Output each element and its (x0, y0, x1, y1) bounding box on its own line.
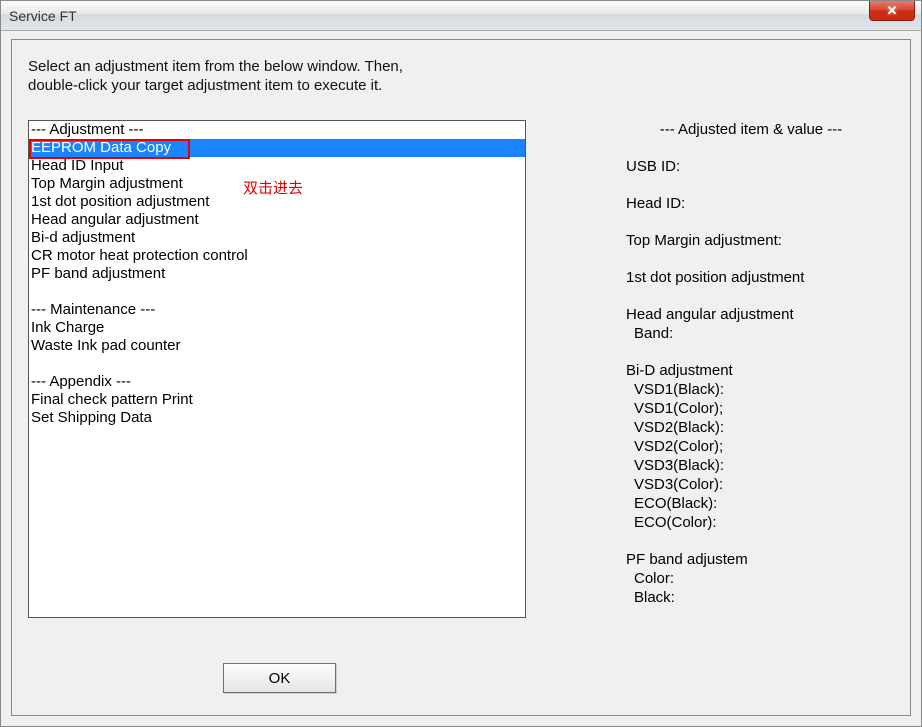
info-top-margin: Top Margin adjustment: (626, 231, 876, 250)
info-bid-block: Bi-D adjustment VSD1(Black): VSD1(Color)… (626, 361, 876, 532)
info-pf-label: PF band adjustem (626, 550, 876, 569)
list-item[interactable]: Head ID Input (29, 157, 525, 175)
info-vsd3-color: VSD3(Color): (634, 475, 876, 494)
service-ft-window: Service FT ✕ Select an adjustment item f… (0, 0, 922, 727)
list-item[interactable]: CR motor heat protection control (29, 247, 525, 265)
content-row: --- Adjustment ---EEPROM Data CopyHead I… (28, 120, 894, 625)
list-item[interactable]: --- Maintenance --- (29, 301, 525, 319)
list-item[interactable]: Set Shipping Data (29, 409, 525, 427)
info-first-dot: 1st dot position adjustment (626, 268, 876, 287)
info-bid-label: Bi-D adjustment (626, 361, 876, 380)
list-item[interactable] (29, 283, 525, 301)
info-head-angular-block: Head angular adjustment Band: (626, 305, 876, 343)
list-item[interactable]: Head angular adjustment (29, 211, 525, 229)
info-head-id: Head ID: (626, 194, 876, 213)
ok-button[interactable]: OK (223, 663, 336, 693)
instruction-line2: double-click your target adjustment item… (28, 77, 382, 94)
list-item[interactable]: Final check pattern Print (29, 391, 525, 409)
titlebar-controls: ✕ (869, 1, 921, 30)
info-usb-id: USB ID: (626, 157, 876, 176)
close-icon: ✕ (887, 3, 898, 19)
info-head-angular-label: Head angular adjustment (626, 305, 876, 324)
list-item[interactable]: Ink Charge (29, 319, 525, 337)
list-item[interactable]: --- Appendix --- (29, 373, 525, 391)
list-item[interactable]: --- Adjustment --- (29, 121, 525, 139)
adjusted-values-panel: --- Adjusted item & value --- USB ID: He… (626, 120, 876, 625)
instruction-line1: Select an adjustment item from the below… (28, 58, 403, 75)
info-title: --- Adjusted item & value --- (626, 120, 876, 139)
titlebar: Service FT ✕ (1, 1, 921, 31)
info-band: Band: (634, 324, 876, 343)
content-pane: Select an adjustment item from the below… (11, 39, 911, 716)
window-title: Service FT (9, 8, 77, 24)
info-eco-black: ECO(Black): (634, 494, 876, 513)
info-pf-black: Black: (634, 588, 876, 607)
list-item[interactable]: PF band adjustment (29, 265, 525, 283)
info-vsd2-color: VSD2(Color); (634, 437, 876, 456)
list-item[interactable] (29, 355, 525, 373)
info-eco-color: ECO(Color): (634, 513, 876, 532)
list-item[interactable]: Waste Ink pad counter (29, 337, 525, 355)
list-item[interactable]: EEPROM Data Copy (29, 139, 525, 157)
info-vsd3-black: VSD3(Black): (634, 456, 876, 475)
list-item[interactable]: Bi-d adjustment (29, 229, 525, 247)
instruction-text: Select an adjustment item from the below… (28, 58, 894, 96)
info-pf-block: PF band adjustem Color: Black: (626, 550, 876, 607)
annotation-text: 双击进去 (243, 177, 303, 198)
info-vsd2-black: VSD2(Black): (634, 418, 876, 437)
info-vsd1-black: VSD1(Black): (634, 380, 876, 399)
info-pf-color: Color: (634, 569, 876, 588)
close-button[interactable]: ✕ (869, 1, 915, 21)
info-vsd1-color: VSD1(Color); (634, 399, 876, 418)
